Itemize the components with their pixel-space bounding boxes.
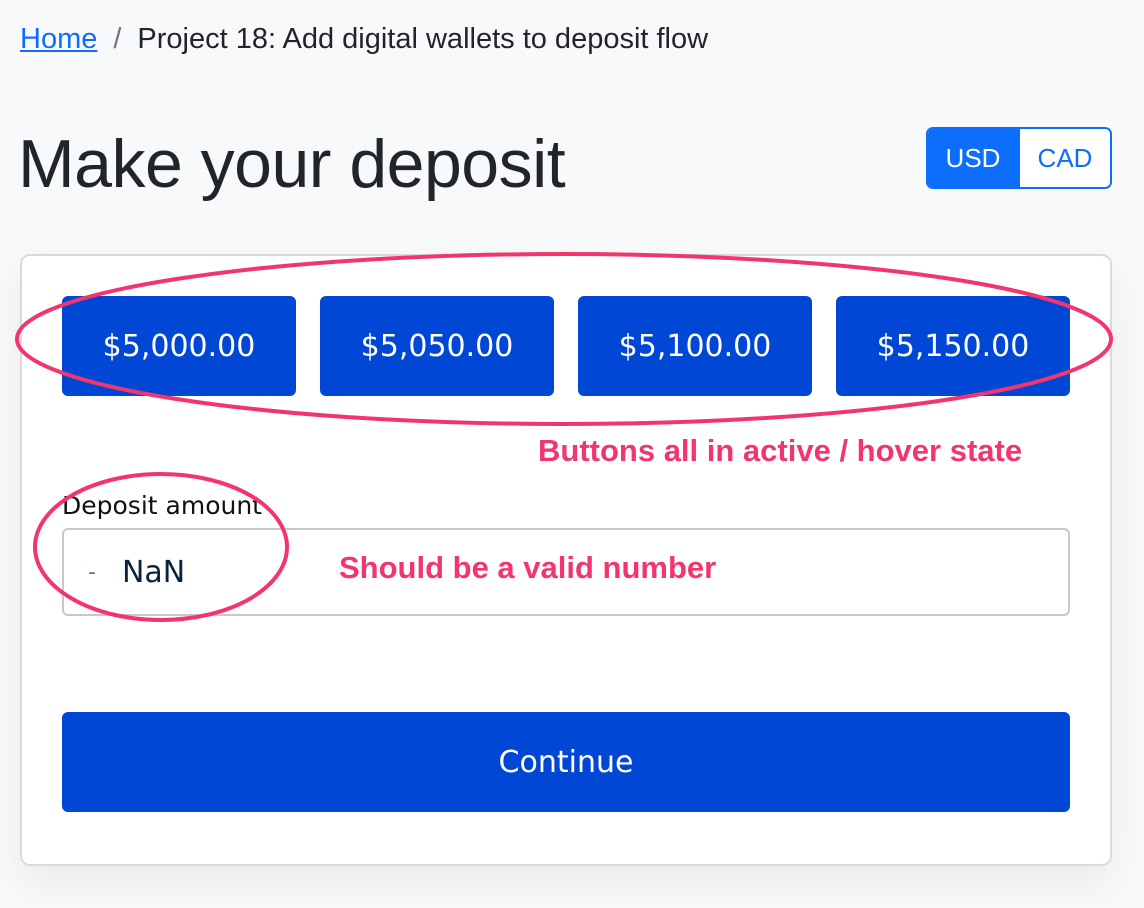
amount-button-2[interactable]: $5,050.00 — [320, 296, 554, 396]
amount-button-3[interactable]: $5,100.00 — [578, 296, 812, 396]
breadcrumb-home-link[interactable]: Home — [20, 23, 97, 55]
breadcrumb-separator: / — [113, 23, 122, 55]
page-title: Make your deposit — [18, 126, 566, 202]
continue-button[interactable]: Continue — [62, 712, 1070, 812]
deposit-amount-label: Deposit amount — [62, 491, 262, 520]
amount-button-1[interactable]: $5,000.00 — [62, 296, 296, 396]
deposit-amount-value: NaN — [121, 554, 186, 590]
breadcrumb: Home / Project 18: Add digital wallets to … — [20, 20, 708, 58]
deposit-page: Home / Project 18: Add digital wallets to … — [0, 0, 1144, 908]
breadcrumb-current: Project 18: Add digital wallets to depos… — [137, 23, 709, 55]
input-annotation: Should be a valid number — [339, 550, 717, 585]
currency-usd-button[interactable]: USD — [928, 129, 1018, 187]
currency-cad-button[interactable]: CAD — [1018, 129, 1110, 187]
amount-button-4[interactable]: $5,150.00 — [836, 296, 1070, 396]
deposit-amount-prefix: - — [88, 559, 96, 585]
buttons-annotation: Buttons all in active / hover state — [538, 433, 1023, 468]
currency-toggle: USD CAD — [926, 127, 1112, 189]
